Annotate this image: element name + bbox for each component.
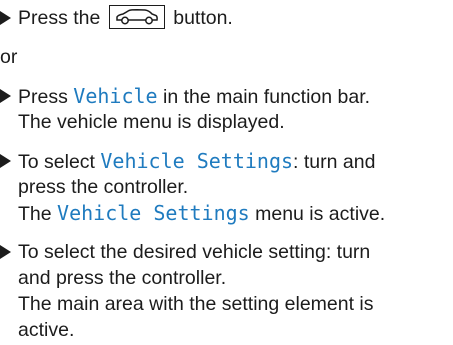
- step-2: Press Vehicle in the main function bar.: [18, 83, 370, 110]
- step-1-text-before: Press the: [18, 7, 101, 29]
- or-label: or: [0, 46, 18, 68]
- vehicle-settings-term: Vehicle Settings: [57, 201, 250, 225]
- step-1: Press the button.: [18, 5, 233, 31]
- step-3-result-after: menu is active.: [255, 203, 386, 225]
- bullet-triangle-icon: [0, 89, 11, 103]
- step-4-line-1: To select the desired vehicle setting: t…: [18, 241, 371, 263]
- vehicle-menu-term: Vehicle: [73, 84, 158, 108]
- step-4-result-line-2: active.: [18, 319, 75, 341]
- step-3-result: The Vehicle Settings menu is active.: [18, 200, 385, 227]
- step-3-result-before: The: [18, 203, 52, 225]
- bullet-triangle-icon: [0, 154, 11, 168]
- step-3: To select Vehicle Settings: turn and: [18, 148, 375, 175]
- step-1-text-after: button.: [173, 7, 233, 29]
- step-2-result: The vehicle menu is displayed.: [18, 111, 285, 133]
- step-4-result-line-1: The main area with the setting element i…: [18, 293, 374, 315]
- step-3-line-2: press the controller.: [18, 176, 189, 198]
- bullet-triangle-icon: [0, 11, 11, 25]
- step-2-text-after: in the main function bar.: [163, 86, 371, 108]
- vehicle-settings-term: Vehicle Settings: [100, 149, 294, 173]
- bullet-triangle-icon: [0, 245, 11, 259]
- instruction-page: Press the button. or Press Vehicle in th…: [0, 0, 453, 345]
- step-2-text-before: Press: [18, 86, 68, 108]
- step-3-text-after: : turn and: [293, 151, 376, 173]
- step-4-line-2: and press the controller.: [18, 267, 227, 289]
- step-3-text-before: To select: [18, 151, 95, 173]
- car-button-icon: [108, 5, 165, 30]
